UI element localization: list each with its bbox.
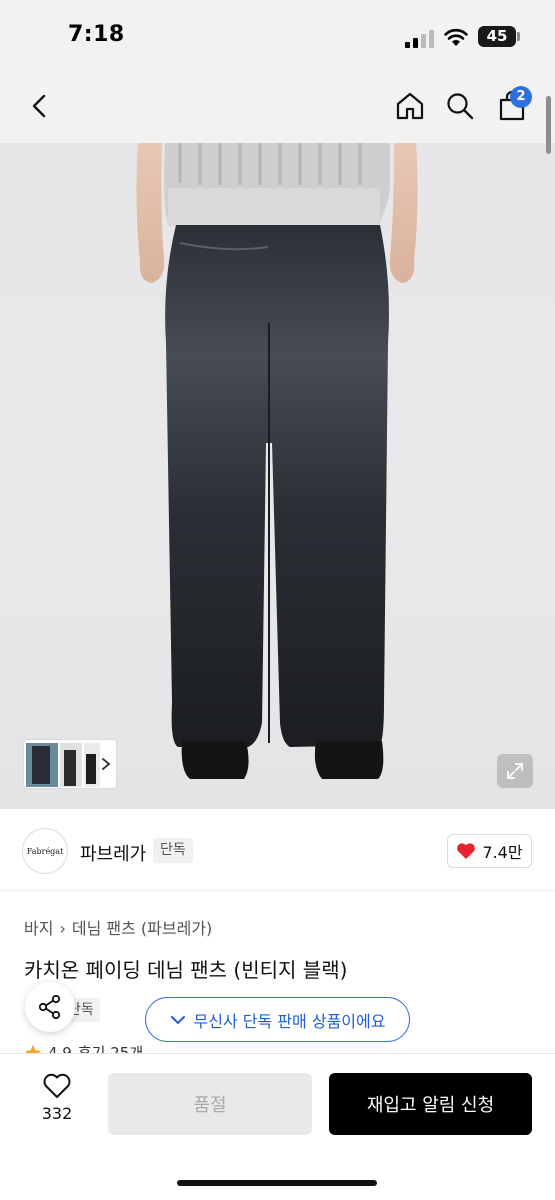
wishlist-count: 332 [41,1104,73,1123]
breadcrumb-separator: › [59,919,66,938]
battery-indicator: 45 [478,26,516,47]
expand-icon [507,763,523,779]
brand-logo-text: Fabrégat [26,846,64,856]
brand-exclusive-tag: 단독 [153,838,193,863]
battery-tip [517,32,520,41]
top-nav-bar [0,74,555,143]
search-button[interactable] [440,86,480,126]
product-image[interactable] [0,143,555,809]
breadcrumb: 바지 › 데님 팬츠 (파브레가) [24,915,212,939]
chevron-left-icon [32,94,46,118]
chevron-down-icon [170,1015,185,1024]
brand-like-count: 7.4만 [482,843,523,862]
exclusive-sale-banner[interactable]: 무신사 단독 판매 상품이에요 [145,997,410,1042]
brand-name[interactable]: 파브레가 [80,840,146,866]
share-button[interactable] [25,982,75,1032]
restock-alert-button[interactable]: 재입고 알림 신청 [329,1073,532,1135]
home-indicator [177,1180,377,1186]
search-icon [447,93,474,120]
bottom-action-bar: 332 품절 재입고 알림 신청 [0,1053,555,1200]
wishlist-button[interactable]: 332 [30,1072,84,1138]
home-icon [396,92,424,120]
status-bar: 7:18 45 [0,0,555,74]
brand-row: Fabrégat 파브레가 단독 7.4만 [0,809,555,891]
cart-count-badge: 2 [510,86,532,108]
signal-icon [405,30,434,48]
heart-outline-icon [43,1073,71,1098]
breadcrumb-category[interactable]: 바지 [24,919,53,938]
home-button[interactable] [390,86,430,126]
scroll-indicator [546,96,551,154]
product-photo-denim-pants [136,143,418,779]
expand-image-button[interactable] [497,754,533,788]
status-time: 7:18 [68,22,125,47]
share-icon [38,994,61,1020]
brand-logo[interactable]: Fabrégat [22,828,68,874]
back-button[interactable] [20,86,60,126]
breadcrumb-subcategory[interactable]: 데님 팬츠 (파브레가) [72,919,212,938]
chevron-right-icon[interactable] [99,757,113,771]
heart-icon [457,843,476,859]
wifi-icon [444,28,468,46]
exclusive-sale-text: 무신사 단독 판매 상품이에요 [193,1011,386,1031]
brand-like-button[interactable]: 7.4만 [447,834,532,868]
soldout-button: 품절 [108,1073,312,1135]
product-title: 카치온 페이딩 데님 팬츠 (빈티지 블랙) [24,958,348,982]
